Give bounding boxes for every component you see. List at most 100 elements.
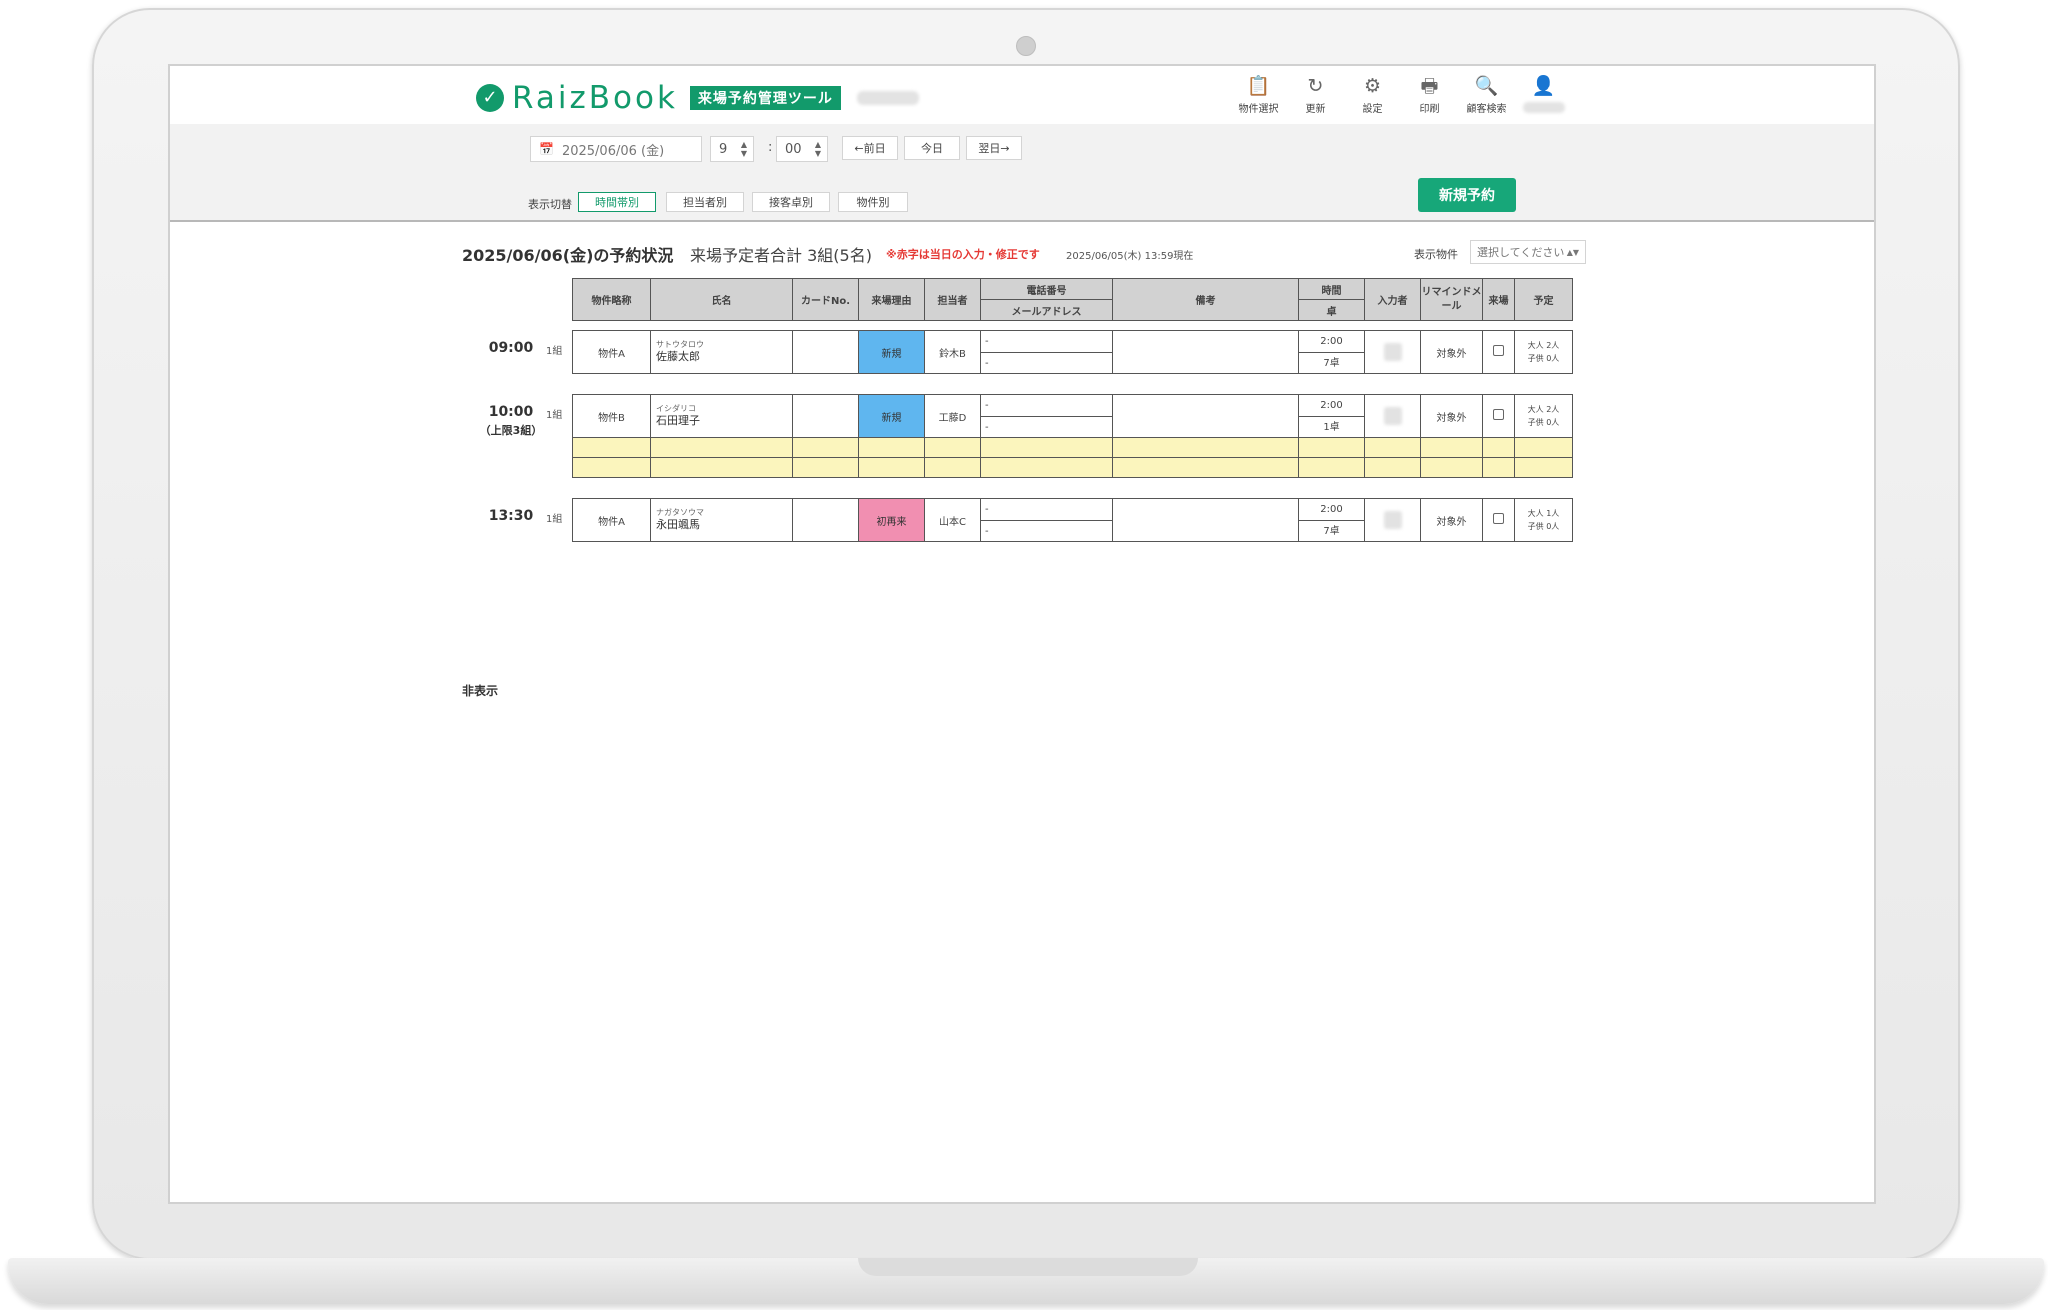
clipboard-icon: 📋: [1246, 75, 1271, 97]
customer-cell[interactable]: ナガタソウマ 永田颯馬: [650, 498, 793, 542]
remind-cell: 対象外: [1420, 394, 1483, 438]
empty-slot-row[interactable]: [572, 457, 1573, 478]
hour-value: 9: [719, 141, 728, 157]
slot-table: 物件A ナガタソウマ 永田颯馬 初再来 山本C -- 2:00 7卓 対象外 大人 …: [572, 498, 1573, 542]
gear-icon: ⚙: [1363, 75, 1382, 97]
customer-name: 永田颯馬: [656, 518, 700, 531]
toolbar-refresh[interactable]: ↻ 更新: [1287, 74, 1344, 115]
reservation-table-header: 物件略称 氏名 カードNo. 来場理由 担当者 電話番号 備考 時間 入力者 リ…: [572, 278, 1573, 321]
entered-by-cell: [1364, 394, 1421, 438]
refresh-icon: ↻: [1307, 75, 1324, 97]
toolbar-user[interactable]: 👤: [1515, 74, 1572, 115]
duration-value: 2:00: [1320, 400, 1343, 411]
redacted-entered-by: [1383, 407, 1402, 425]
table-row[interactable]: 物件A サトウタロウ 佐藤太郎 新規 鈴木B -- 2:00 7卓 対象外 大人 2…: [572, 330, 1573, 374]
duration-value: 2:00: [1320, 336, 1343, 347]
tool-label: 顧客検索: [1466, 104, 1507, 115]
property-cell: 物件A: [572, 498, 651, 542]
tab-by-time[interactable]: 時間帯別: [578, 192, 656, 212]
toolbar-customer-search[interactable]: 🔍 顧客検索: [1458, 74, 1515, 115]
visited-checkbox[interactable]: [1493, 345, 1504, 356]
reason-badge: 新規: [858, 330, 925, 374]
email-value: -: [981, 352, 1112, 373]
visited-checkbox[interactable]: [1493, 513, 1504, 524]
contact-cell: --: [980, 394, 1113, 438]
redacted-username: [1522, 102, 1565, 113]
minute-select[interactable]: 00 ▲ ▼: [776, 136, 828, 162]
toolbar-settings[interactable]: ⚙ 設定: [1344, 74, 1401, 115]
as-of-timestamp: 2025/06/05(木) 13:59現在: [1066, 251, 1194, 262]
app-screen: ✓ RaizBook 来場予約管理ツール 📋 物件選択 ↻ 更新 ⚙ 設定 🖶 …: [168, 64, 1876, 1204]
customer-kana: イシダリコ: [656, 404, 696, 413]
visitor-total: 来場予定者合計 3組(5名): [690, 246, 872, 265]
logo[interactable]: ✓ RaizBook 来場予約管理ツール: [476, 80, 919, 116]
col-email: メールアドレス: [980, 299, 1113, 321]
remind-cell: 対象外: [1420, 330, 1483, 374]
camera-icon: [1016, 36, 1036, 56]
visited-cell[interactable]: [1482, 394, 1515, 438]
tab-by-staff[interactable]: 担当者別: [666, 192, 744, 212]
slot-count: 1組: [546, 410, 563, 421]
tool-label: 更新: [1305, 104, 1326, 115]
slot-time: 09:00: [476, 340, 546, 356]
slot-time-value: 10:00: [488, 404, 534, 420]
col-note: 備考: [1112, 278, 1299, 321]
customer-cell[interactable]: サトウタロウ 佐藤太郎: [650, 330, 793, 374]
visited-checkbox[interactable]: [1493, 409, 1504, 420]
slot-time-value: 09:00: [488, 340, 534, 356]
property-filter-select[interactable]: 選択してください ▲▼: [1470, 240, 1586, 264]
card-cell: [792, 498, 859, 542]
print-icon: 🖶: [1420, 75, 1439, 97]
view-switch-label: 表示切替: [528, 198, 572, 211]
customer-kana: ナガタソウマ: [656, 508, 704, 517]
tab-by-property[interactable]: 物件別: [838, 192, 908, 212]
redacted-entered-by: [1383, 343, 1402, 361]
table-row[interactable]: 物件A ナガタソウマ 永田颯馬 初再来 山本C -- 2:00 7卓 対象外 大人 …: [572, 498, 1573, 542]
col-phone: 電話番号: [980, 278, 1113, 300]
edit-note: ※赤字は当日の入力・修正です: [886, 248, 1040, 261]
slot-count: 1組: [546, 514, 563, 525]
plan-cell: 大人 2人 子供 0人: [1514, 394, 1573, 438]
hidden-section-toggle[interactable]: 非表示: [462, 682, 498, 699]
customer-kana: サトウタロウ: [656, 340, 704, 349]
children-count: 子供 0人: [1527, 418, 1560, 427]
next-day-button[interactable]: 翌日→: [966, 136, 1022, 160]
redacted-entered-by: [1383, 511, 1402, 529]
email-value: -: [981, 416, 1112, 437]
col-reason: 来場理由: [858, 278, 925, 321]
children-count: 子供 0人: [1527, 354, 1560, 363]
adults-count: 大人 1人: [1527, 509, 1560, 518]
stepper-icon: ▲▼: [1566, 247, 1579, 257]
note-cell: [1112, 330, 1299, 374]
customer-cell[interactable]: イシダリコ 石田理子: [650, 394, 793, 438]
staff-cell: 鈴木B: [924, 330, 981, 374]
check-icon: ✓: [476, 84, 504, 112]
staff-cell: 工藤D: [924, 394, 981, 438]
date-input[interactable]: 📅 2025/06/06 (金): [530, 136, 702, 162]
slot-time: 10:00 （上限3組）: [476, 404, 546, 438]
visited-cell[interactable]: [1482, 498, 1515, 542]
col-name: 氏名: [650, 278, 793, 321]
col-card: カードNo.: [792, 278, 859, 321]
visited-cell[interactable]: [1482, 330, 1515, 374]
today-button[interactable]: 今日: [904, 136, 960, 160]
col-plan: 予定: [1514, 278, 1573, 321]
toolbar-property-select[interactable]: 📋 物件選択: [1230, 74, 1287, 115]
new-reservation-button[interactable]: 新規予約: [1418, 178, 1516, 212]
col-property: 物件略称: [572, 278, 651, 321]
tab-by-desk[interactable]: 接客卓別: [752, 192, 830, 212]
time-desk-cell: 2:00 7卓: [1298, 498, 1365, 542]
slot-table: 物件A サトウタロウ 佐藤太郎 新規 鈴木B -- 2:00 7卓 対象外 大人 2…: [572, 330, 1573, 374]
note-cell: [1112, 394, 1299, 438]
col-time: 時間: [1298, 278, 1365, 300]
prev-day-button[interactable]: ←前日: [842, 136, 898, 160]
email-value: -: [981, 520, 1112, 541]
card-cell: [792, 330, 859, 374]
empty-slot-row[interactable]: [572, 437, 1573, 458]
stepper-icon: ▲▼: [740, 140, 747, 158]
time-desk-cell: 2:00 1卓: [1298, 394, 1365, 438]
hour-select[interactable]: 9 ▲ ▼: [710, 136, 754, 162]
control-bar: 📅 2025/06/06 (金) 9 ▲ ▼ : 00 ▲ ▼ ←前日 今日 翌日→ 表…: [170, 124, 1874, 222]
table-row[interactable]: 物件B イシダリコ 石田理子 新規 工藤D -- 2:00 1卓 対象外 大人 2人…: [572, 394, 1573, 438]
toolbar-print[interactable]: 🖶 印刷: [1401, 74, 1458, 115]
